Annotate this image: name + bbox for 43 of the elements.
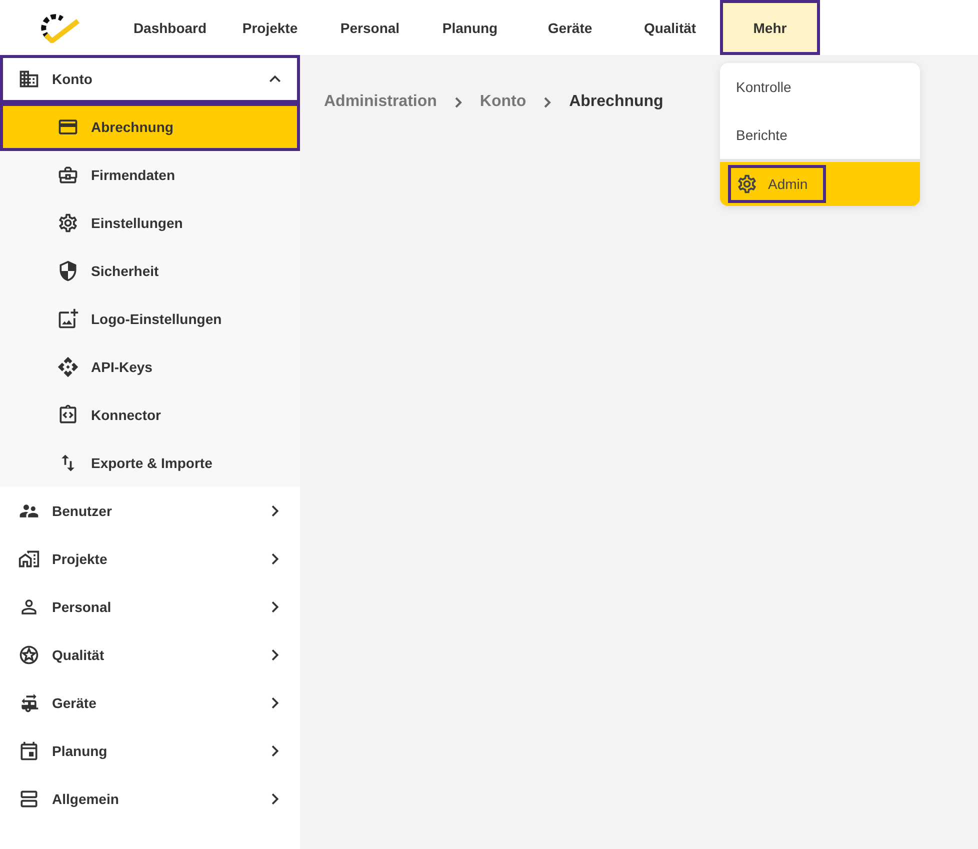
breadcrumb-item[interactable]: Konto — [480, 93, 526, 111]
calendar-icon — [18, 740, 40, 762]
sidebar-item[interactable]: Sicherheit — [0, 247, 300, 295]
sidebar-group[interactable]: Projekte — [0, 535, 300, 583]
diamond-arrows-icon — [57, 356, 79, 378]
sidebar-group[interactable]: Benutzer — [0, 487, 300, 535]
sidebar-group[interactable]: Konto — [0, 55, 300, 103]
sidebar-item[interactable]: Logo-Einstellungen — [0, 295, 300, 343]
sidebar-item[interactable]: Firmendaten — [0, 151, 300, 199]
houses-icon — [18, 548, 40, 570]
menu-item[interactable]: Admin — [720, 159, 920, 206]
gear-icon — [736, 173, 758, 195]
briefcase-icon — [57, 164, 79, 186]
nav-tab[interactable]: Projekte — [220, 0, 320, 55]
sidebar-group[interactable]: Personal — [0, 583, 300, 631]
image-plus-icon — [57, 308, 79, 330]
logo-icon — [38, 12, 80, 42]
nav-tab[interactable]: Personal — [320, 0, 420, 55]
nav-tab[interactable]: Qualität — [620, 0, 720, 55]
chevron-right-icon — [544, 96, 552, 108]
breadcrumb-item: Abrechnung — [569, 93, 664, 111]
sidebar-item[interactable]: Konnector — [0, 391, 300, 439]
sidebar-group[interactable]: Qualität — [0, 631, 300, 679]
menu-item[interactable]: Berichte — [720, 111, 920, 159]
breadcrumb-item[interactable]: Administration — [324, 93, 437, 111]
sidebar-item[interactable]: Einstellungen — [0, 199, 300, 247]
sidebar-group[interactable]: Planung — [0, 727, 300, 775]
gear-icon — [57, 212, 79, 234]
sidebar-group[interactable]: Allgemein — [0, 775, 300, 823]
code-clipboard-icon — [57, 404, 79, 426]
nav-tab[interactable]: Mehr — [720, 0, 820, 55]
nav-tab[interactable]: Dashboard — [120, 0, 220, 55]
menu-item[interactable]: Kontrolle — [720, 63, 920, 111]
sidebar-item[interactable]: Abrechnung — [0, 103, 300, 151]
building-icon — [18, 68, 40, 90]
stacked-boxes-icon — [18, 788, 40, 810]
chevron-right-icon — [454, 96, 462, 108]
sidebar-item[interactable]: API-Keys — [0, 343, 300, 391]
nav-tab[interactable]: Planung — [420, 0, 520, 55]
nav-tab[interactable]: Geräte — [520, 0, 620, 55]
sidebar-item[interactable]: Exporte & Importe — [0, 439, 300, 487]
shield-icon — [57, 260, 79, 282]
sidebar-group[interactable]: Geräte — [0, 679, 300, 727]
